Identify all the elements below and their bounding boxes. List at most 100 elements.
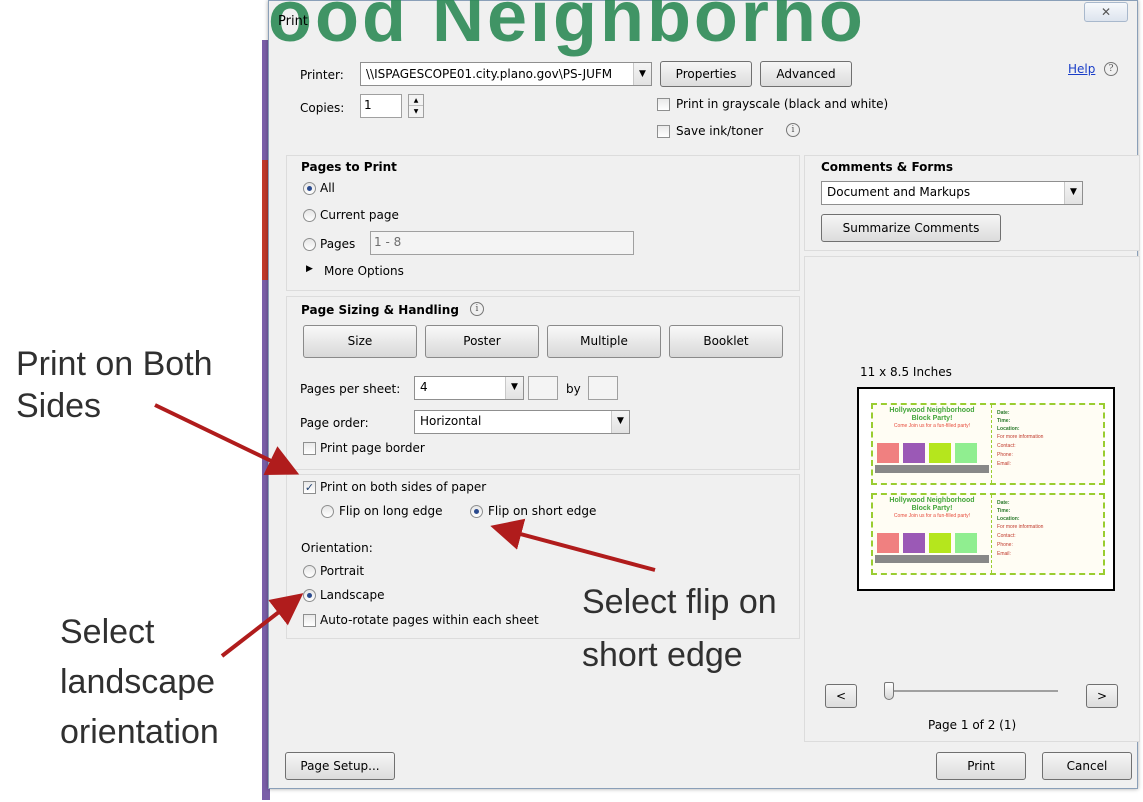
flip-long-edge-label: Flip on long edge [339,504,443,518]
paper-size-label: 11 x 8.5 Inches [860,365,952,379]
copies-input[interactable]: 1 [360,94,402,118]
tab-multiple[interactable]: Multiple [547,325,661,358]
page-order-select[interactable]: Horizontal ▼ [414,410,630,434]
copies-stepper[interactable]: ▲ ▼ [408,94,424,118]
info-icon[interactable]: i [786,123,800,137]
pages-per-sheet-select[interactable]: 4 ▼ [414,376,524,400]
pages-per-sheet-cols[interactable] [528,376,558,400]
pages-per-sheet-rows[interactable] [588,376,618,400]
stepper-up-icon[interactable]: ▲ [409,95,423,106]
dialog-title: Print [278,14,308,29]
current-page-label: Current page [320,208,399,222]
preview-info-line: Email: [997,551,1011,557]
portrait-label: Portrait [320,564,365,578]
page-status: Page 1 of 2 (1) [928,718,1017,732]
house-icon [929,533,951,553]
pages-range-input[interactable]: 1 - 8 [370,231,634,255]
comments-forms-value: Document and Markups [827,185,971,199]
orientation-label: Orientation: [301,541,373,555]
tab-poster[interactable]: Poster [425,325,539,358]
divider [991,495,992,573]
preview-info-line: Contact: [997,443,1016,449]
house-icon [955,443,977,463]
flip-long-edge-radio[interactable] [321,505,334,518]
preview-location-label: Location: [997,426,1020,432]
chevron-down-icon: ▼ [633,63,651,85]
house-icon [929,443,951,463]
preview-card-title: Hollywood Neighborhood [889,497,975,504]
preview-info-line: For more information [997,524,1044,530]
annotation-both-sides-line1: Print on Both [16,345,213,383]
save-ink-label: Save ink/toner [676,124,764,138]
flip-short-edge-radio[interactable] [470,505,483,518]
preview-location-label: Location: [997,516,1020,522]
grayscale-checkbox[interactable] [657,98,670,111]
comments-forms-select[interactable]: Document and Markups ▼ [821,181,1083,205]
by-label: by [566,382,581,396]
house-icon [877,443,899,463]
annotation-flip-line1: Select flip on [582,583,777,621]
print-button[interactable]: Print [936,752,1026,780]
house-icon [903,533,925,553]
printer-select[interactable]: \\ISPAGESCOPE01.city.plano.gov\PS-JUFM ▼ [360,62,652,86]
pages-per-sheet-value: 4 [420,380,428,394]
more-options-toggle[interactable]: More Options [324,264,404,278]
preview-card-subtitle: Come Join us for a fun-filled party! [893,513,971,519]
preview-info-line: Phone: [997,452,1013,458]
page-slider-track[interactable] [888,690,1058,692]
both-sides-label: Print on both sides of paper [320,480,487,494]
annotation-both-sides-line2: Sides [16,387,102,425]
divider [991,405,992,483]
page-sizing-title: Page Sizing & Handling [301,303,459,317]
annotation-landscape-line1: Select [60,613,155,651]
auto-rotate-checkbox[interactable] [303,614,316,627]
comments-forms-title: Comments & Forms [821,160,953,174]
copies-label: Copies: [300,101,345,115]
pages-range-radio[interactable] [303,238,316,251]
grayscale-label: Print in grayscale (black and white) [676,97,889,111]
landscape-label: Landscape [320,588,385,602]
preview-card-subtitle: Come Join us for a fun-filled party! [893,423,971,429]
properties-button[interactable]: Properties [660,61,752,87]
page-order-value: Horizontal [420,414,482,428]
prev-page-button[interactable]: < [825,684,857,708]
preview-card-title: Hollywood Neighborhood [889,407,975,414]
portrait-radio[interactable] [303,565,316,578]
preview-info-line: Phone: [997,542,1013,548]
current-page-radio[interactable] [303,209,316,222]
summarize-comments-button[interactable]: Summarize Comments [821,214,1001,242]
help-link[interactable]: Help [1068,62,1095,76]
pages-to-print-title: Pages to Print [301,160,397,174]
road-graphic [875,465,989,473]
stepper-down-icon[interactable]: ▼ [409,106,423,117]
chevron-down-icon: ▼ [505,377,523,399]
road-graphic [875,555,989,563]
all-pages-radio[interactable] [303,182,316,195]
cancel-button[interactable]: Cancel [1042,752,1132,780]
print-preview: Hollywood Neighborhood Block Party! Come… [857,387,1115,591]
print-border-label: Print page border [320,441,425,455]
preview-date-label: Date: [997,410,1010,416]
both-sides-checkbox[interactable]: ✓ [303,481,316,494]
help-icon[interactable]: ? [1104,62,1118,76]
close-icon: ✕ [1100,5,1112,19]
print-border-checkbox[interactable] [303,442,316,455]
next-page-button[interactable]: > [1086,684,1118,708]
close-button[interactable]: ✕ [1084,2,1128,22]
house-icon [955,533,977,553]
annotation-flip-line2: short edge [582,636,743,674]
annotation-landscape-line3: orientation [60,713,219,751]
chevron-down-icon: ▼ [611,411,629,433]
triangle-right-icon[interactable]: ▶ [306,264,313,274]
page-setup-button[interactable]: Page Setup... [285,752,395,780]
save-ink-checkbox[interactable] [657,125,670,138]
page-slider-thumb[interactable] [884,682,894,700]
preview-time-label: Time: [997,508,1011,514]
tab-booklet[interactable]: Booklet [669,325,783,358]
info-icon[interactable]: i [470,302,484,316]
advanced-button[interactable]: Advanced [760,61,852,87]
annotation-landscape-line2: landscape [60,663,216,701]
preview-card-title-2: Block Party! [911,505,953,512]
tab-size[interactable]: Size [303,325,417,358]
landscape-radio[interactable] [303,589,316,602]
